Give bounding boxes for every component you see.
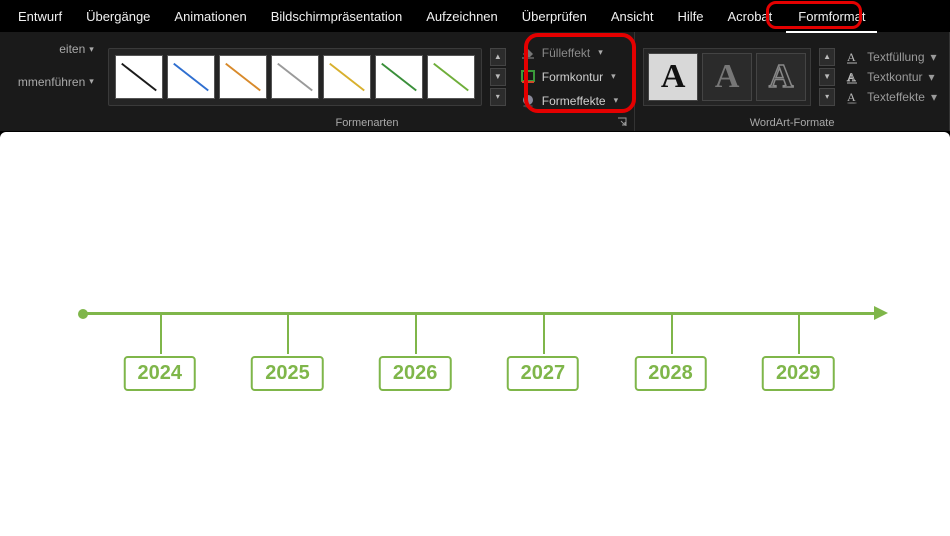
timeline-line xyxy=(80,312,878,315)
active-tab-underline xyxy=(786,31,877,33)
shape-options-column: Fülleffekt ▾ Formkontur ▾ Formeffekte ▾ xyxy=(512,41,626,113)
timeline-start-dot xyxy=(78,309,88,319)
line-style-7[interactable] xyxy=(427,55,475,99)
timeline-tick xyxy=(798,314,800,354)
timeline-year-label[interactable]: 2028 xyxy=(634,356,707,391)
partial-bottom[interactable]: mmenführen ▾ xyxy=(6,75,94,89)
paint-bucket-icon xyxy=(520,45,536,61)
partial-top[interactable]: eiten ▾ xyxy=(6,42,94,56)
menu-tabs: Entwurf Übergänge Animationen Bildschirm… xyxy=(0,0,950,32)
timeline-tick xyxy=(543,314,545,354)
tab-formformat-label: Formformat xyxy=(798,9,865,24)
wordart-style-2[interactable]: A xyxy=(702,53,752,101)
wordart-scroll-up[interactable]: ▲ xyxy=(819,48,835,66)
textkontur-button[interactable]: A Textkontur ▾ xyxy=(845,69,937,85)
wordart-style-1[interactable]: A xyxy=(648,53,698,101)
text-effects-icon: A xyxy=(845,89,861,105)
line-style-2[interactable] xyxy=(167,55,215,99)
shape-style-gallery[interactable] xyxy=(108,48,482,106)
partial-bottom-label: mmenführen xyxy=(18,75,85,89)
group-label-wordart-text: WordArt-Formate xyxy=(750,117,835,129)
timeline-year-label[interactable]: 2027 xyxy=(507,356,580,391)
group-label-formenarten-text: Formenarten xyxy=(335,117,398,129)
formkontur-label: Formkontur xyxy=(542,70,603,84)
outline-icon xyxy=(520,69,536,85)
line-style-1[interactable] xyxy=(115,55,163,99)
tab-hilfe[interactable]: Hilfe xyxy=(665,3,715,30)
timeline-year-label[interactable]: 2024 xyxy=(124,356,197,391)
letter-a-icon: A xyxy=(661,58,686,96)
tab-animationen[interactable]: Animationen xyxy=(162,3,258,30)
gallery-spinner: ▲ ▼ ▾ xyxy=(490,48,506,106)
textkontur-label: Textkontur xyxy=(867,70,922,84)
chevron-down-icon: ▾ xyxy=(598,47,603,58)
texteffekte-label: Texteffekte xyxy=(867,90,925,104)
tab-uebergaenge[interactable]: Übergänge xyxy=(74,3,162,30)
line-style-6[interactable] xyxy=(375,55,423,99)
text-outline-icon: A xyxy=(845,69,861,85)
group-formenarten: ▲ ▼ ▾ Fülleffekt ▾ Formkontur ▾ Formeffe… xyxy=(100,32,635,131)
wordart-expand[interactable]: ▾ xyxy=(819,88,835,106)
timeline-tick xyxy=(287,314,289,354)
tab-acrobat[interactable]: Acrobat xyxy=(715,3,784,30)
partial-top-label: eiten xyxy=(59,42,85,56)
textfuellung-button[interactable]: A Textfüllung ▾ xyxy=(845,49,937,65)
textfuellung-label: Textfüllung xyxy=(867,50,924,64)
line-style-3[interactable] xyxy=(219,55,267,99)
chevron-down-icon: ▾ xyxy=(614,95,619,106)
effects-icon xyxy=(520,93,536,109)
gallery-scroll-down[interactable]: ▼ xyxy=(490,68,506,86)
wordart-gallery-spinner: ▲ ▼ ▾ xyxy=(819,48,835,106)
timeline-arrow xyxy=(874,306,888,320)
chevron-down-icon: ▾ xyxy=(89,76,94,87)
texteffekte-button[interactable]: A Texteffekte ▾ xyxy=(845,89,937,105)
tab-formformat[interactable]: Formformat xyxy=(784,1,879,32)
timeline-year-label[interactable]: 2029 xyxy=(762,356,835,391)
line-style-5[interactable] xyxy=(323,55,371,99)
timeline-year-label[interactable]: 2026 xyxy=(379,356,452,391)
formeffekte-label: Formeffekte xyxy=(542,94,606,108)
formeffekte-button[interactable]: Formeffekte ▾ xyxy=(516,91,622,111)
tab-ueberpruefen[interactable]: Überprüfen xyxy=(510,3,599,30)
group-label-wordart: WordArt-Formate xyxy=(643,115,941,129)
chevron-down-icon: ▾ xyxy=(931,50,937,64)
chevron-down-icon: ▾ xyxy=(931,90,937,104)
svg-text:A: A xyxy=(847,90,856,104)
line-style-4[interactable] xyxy=(271,55,319,99)
text-options-column: A Textfüllung ▾ A Textkontur ▾ A Texteff… xyxy=(841,47,941,107)
timeline-tick xyxy=(160,314,162,354)
tab-aufzeichnen[interactable]: Aufzeichnen xyxy=(414,3,510,30)
letter-a-icon: A xyxy=(715,58,740,96)
chevron-down-icon: ▾ xyxy=(611,71,616,82)
group-wordart: A A A ▲ ▼ ▾ A Textfüllung ▾ A Textkontur… xyxy=(635,32,950,131)
formkontur-button[interactable]: Formkontur ▾ xyxy=(516,67,622,87)
wordart-style-3[interactable]: A xyxy=(756,53,806,101)
group-label-formenarten: Formenarten xyxy=(108,115,626,129)
chevron-down-icon: ▾ xyxy=(929,70,935,84)
chevron-down-icon: ▾ xyxy=(89,44,94,55)
svg-text:A: A xyxy=(847,70,856,84)
ribbon-left-partial: eiten ▾ mmenführen ▾ xyxy=(0,32,100,131)
timeline-year-label[interactable]: 2025 xyxy=(251,356,324,391)
letter-a-icon: A xyxy=(769,58,794,96)
svg-text:A: A xyxy=(847,50,856,64)
timeline-tick xyxy=(415,314,417,354)
timeline-tick xyxy=(671,314,673,354)
fuelleffekt-label: Fülleffekt xyxy=(542,46,590,60)
gallery-expand[interactable]: ▾ xyxy=(490,88,506,106)
tab-ansicht[interactable]: Ansicht xyxy=(599,3,666,30)
gallery-scroll-up[interactable]: ▲ xyxy=(490,48,506,66)
dialog-launcher-icon[interactable] xyxy=(616,116,628,128)
tab-bildschirmpraesentation[interactable]: Bildschirmpräsentation xyxy=(259,3,415,30)
wordart-scroll-down[interactable]: ▼ xyxy=(819,68,835,86)
tab-entwurf[interactable]: Entwurf xyxy=(6,3,74,30)
slide-canvas[interactable]: 2024 2025 2026 2027 2028 2029 xyxy=(0,132,950,536)
ribbon: eiten ▾ mmenführen ▾ ▲ ▼ ▾ Fülleffekt ▾ xyxy=(0,32,950,132)
wordart-gallery[interactable]: A A A xyxy=(643,48,811,106)
text-fill-icon: A xyxy=(845,49,861,65)
fuelleffekt-button[interactable]: Fülleffekt ▾ xyxy=(516,43,622,63)
